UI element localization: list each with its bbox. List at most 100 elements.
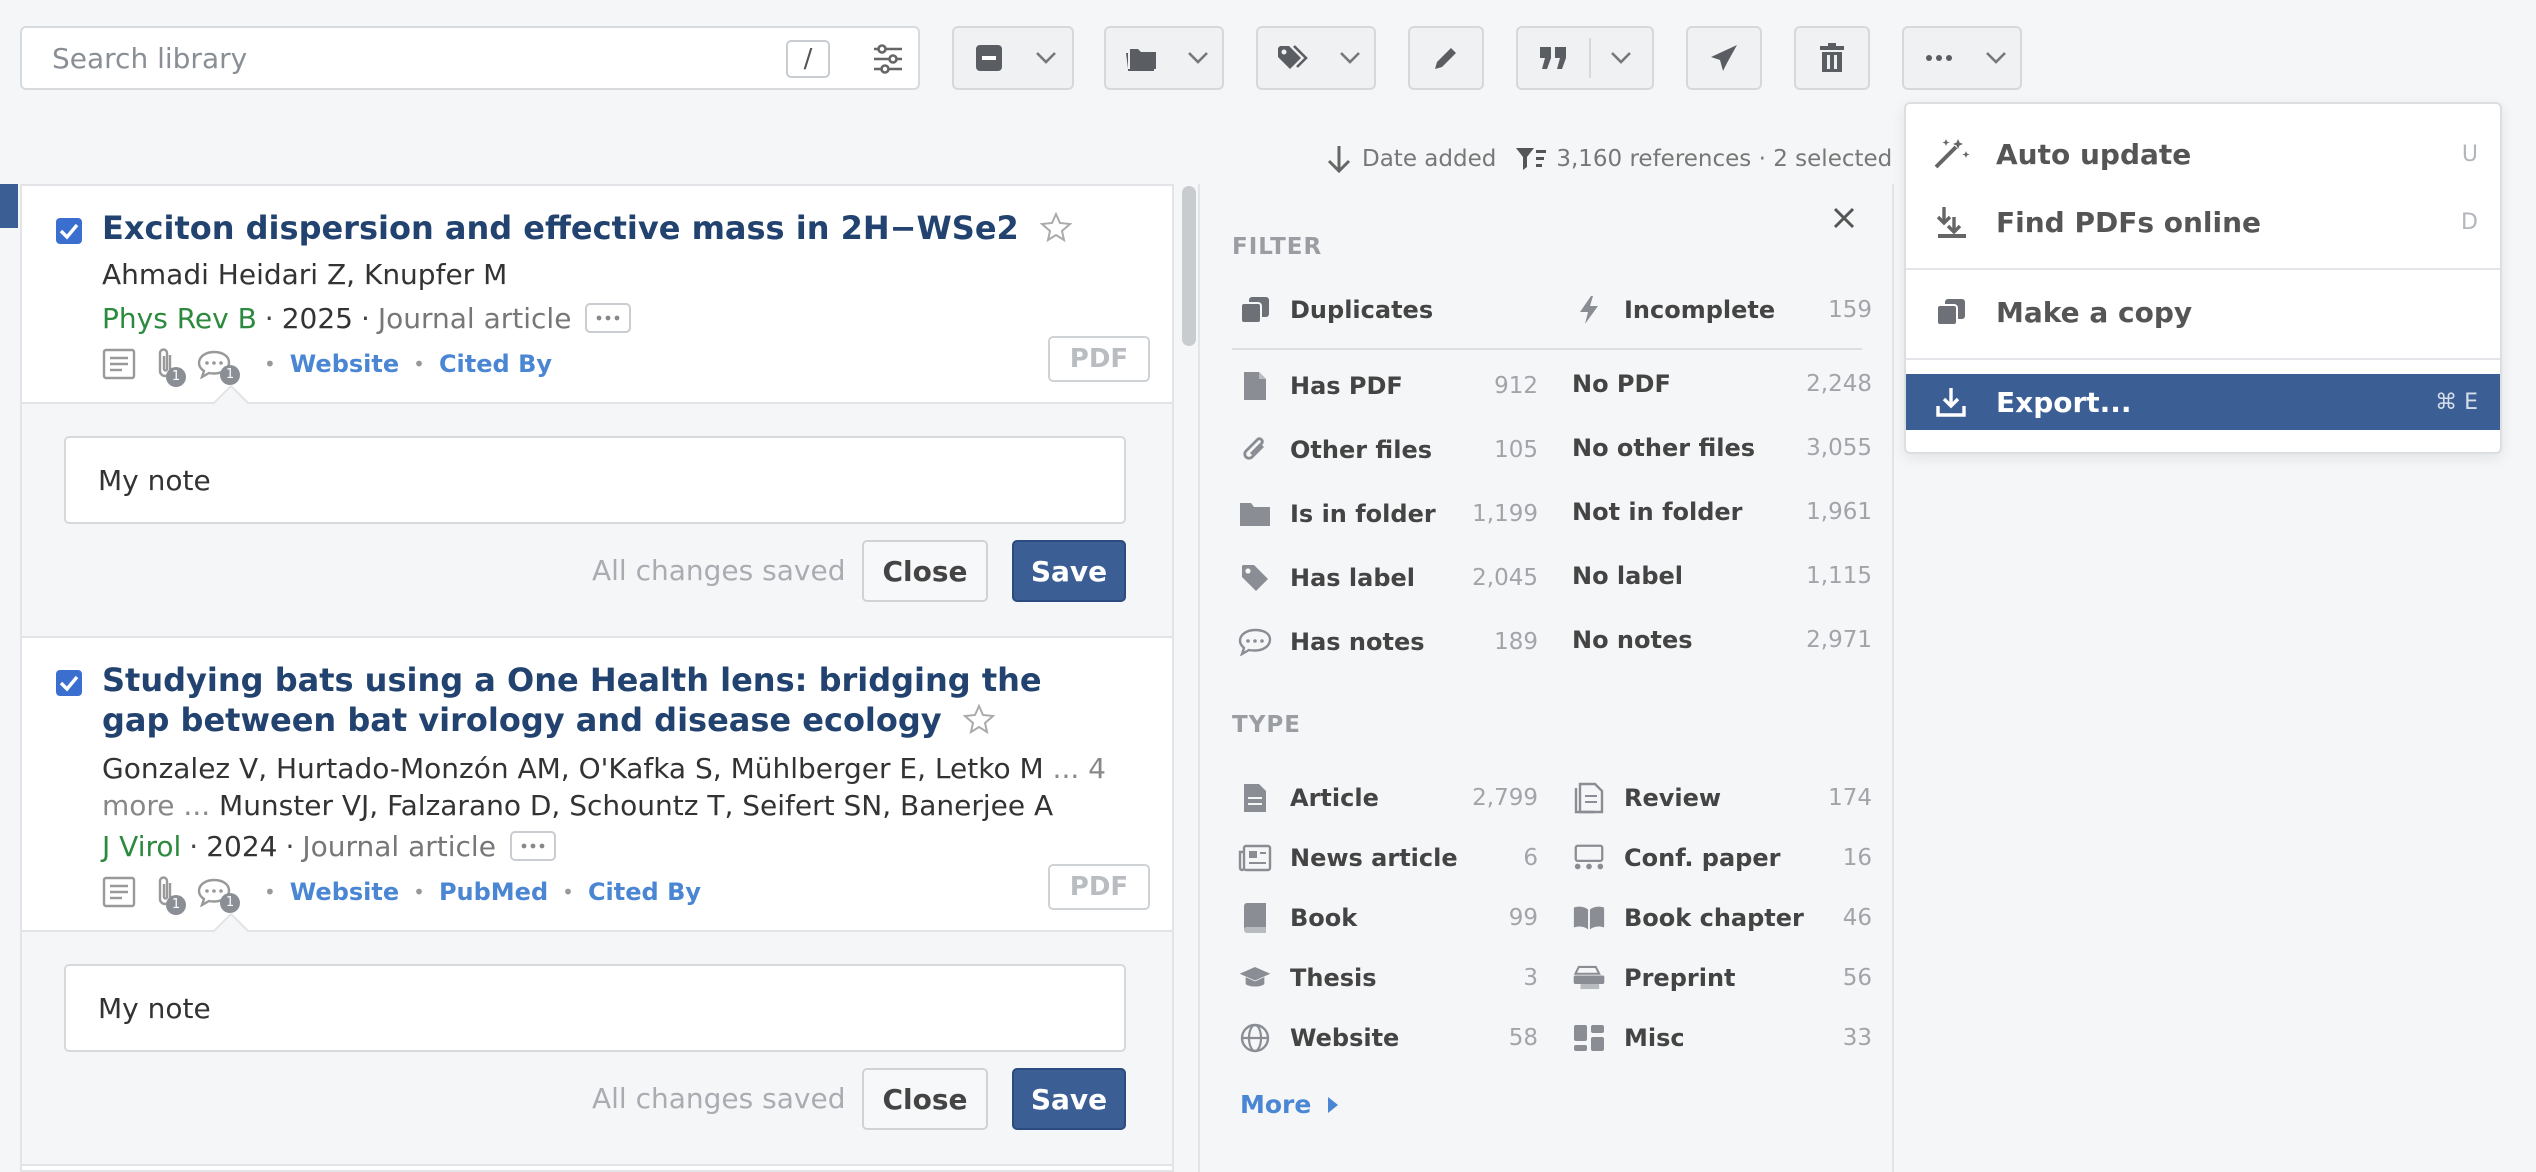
note-editor: All changes saved Close Save: [22, 912, 1172, 1166]
filter-no-other-files[interactable]: No other files 3,055: [1572, 428, 1872, 468]
conference-icon: [1572, 843, 1606, 873]
type-conference-paper[interactable]: Conf. paper 16: [1572, 838, 1872, 878]
type-article[interactable]: Article 2,799: [1238, 778, 1538, 818]
star-icon[interactable]: [962, 704, 995, 734]
website-link[interactable]: Website: [290, 350, 399, 378]
preprint-icon: [1572, 963, 1606, 993]
menu-divider: [1906, 358, 2500, 360]
search-shortcut-key: /: [786, 40, 830, 78]
sort-label[interactable]: Date added: [1362, 146, 1496, 172]
folder-dropdown-button[interactable]: [1104, 26, 1224, 90]
pubmed-link[interactable]: PubMed: [439, 878, 548, 906]
publication-year: 2024: [206, 829, 278, 863]
search-box[interactable]: /: [20, 26, 920, 90]
reference-title[interactable]: Exciton dispersion and effective mass in…: [102, 208, 1102, 248]
duplicates-icon: [1238, 295, 1272, 325]
menu-item-export[interactable]: Export... ⌘ E: [1906, 374, 2500, 430]
reference-meta: J Virol · 2024 · Journal article: [102, 828, 556, 864]
type-book[interactable]: Book 99: [1238, 898, 1538, 938]
note-input[interactable]: [64, 436, 1126, 524]
filter-more-link[interactable]: More: [1240, 1090, 1339, 1119]
filter-no-label[interactable]: No label 1,115: [1572, 556, 1872, 596]
more-actions-button[interactable]: [1902, 26, 2022, 90]
note-editor: All changes saved Close Save: [22, 384, 1172, 638]
filter-incomplete[interactable]: Incomplete 159: [1572, 290, 1872, 330]
filter-has-pdf[interactable]: Has PDF 912: [1238, 366, 1538, 406]
comment-icon[interactable]: 1: [196, 877, 240, 913]
menu-item-auto-update[interactable]: Auto update U: [1906, 126, 2500, 182]
type-review[interactable]: Review 174: [1572, 778, 1872, 818]
selection-indicator: [0, 184, 18, 228]
sort-arrow-down-icon[interactable]: [1326, 144, 1352, 174]
paperclip-icon[interactable]: 1: [154, 875, 186, 915]
reference-item[interactable]: Exciton dispersion and effective mass in…: [22, 186, 1172, 402]
pdf-button[interactable]: PDF: [1048, 336, 1150, 382]
attachments-count: 1: [166, 367, 186, 387]
filter-other-files[interactable]: Other files 105: [1238, 430, 1538, 470]
cite-dropdown-button[interactable]: [1516, 26, 1654, 90]
cited-by-link[interactable]: Cited By: [439, 350, 552, 378]
filter-duplicates[interactable]: Duplicates: [1238, 290, 1538, 330]
chevron-down-icon: [1024, 28, 1068, 88]
share-button[interactable]: [1686, 26, 1762, 90]
search-input[interactable]: [52, 36, 772, 80]
comment-icon[interactable]: 1: [196, 349, 240, 385]
website-link[interactable]: Website: [290, 878, 399, 906]
save-button[interactable]: Save: [1012, 1068, 1126, 1130]
reference-links: 1 1 • Website • Cited By: [102, 344, 552, 387]
type-book-chapter[interactable]: Book chapter 46: [1572, 898, 1872, 938]
export-download-icon: [1906, 386, 1996, 418]
type-website[interactable]: Website 58: [1238, 1018, 1538, 1058]
edit-button[interactable]: [1408, 26, 1484, 90]
reference-list: Exciton dispersion and effective mass in…: [20, 184, 1174, 1172]
menu-item-find-pdfs[interactable]: Find PDFs online D: [1906, 194, 2500, 250]
reference-title[interactable]: Studying bats using a One Health lens: b…: [102, 660, 1102, 740]
chevron-down-icon: [1328, 28, 1372, 88]
select-dropdown-button[interactable]: [952, 26, 1074, 90]
folder-icon: [1238, 500, 1272, 528]
filter-section-title: FILTER: [1232, 234, 1323, 260]
paperclip-icon: [1238, 434, 1272, 466]
save-button[interactable]: Save: [1012, 540, 1126, 602]
ellipsis-icon[interactable]: [585, 303, 632, 333]
type-section-title: TYPE: [1232, 712, 1301, 738]
ellipsis-icon[interactable]: [509, 831, 556, 861]
type-news-article[interactable]: News article 6: [1238, 838, 1538, 878]
paperclip-icon[interactable]: 1: [154, 347, 186, 387]
lightning-icon: [1572, 294, 1606, 326]
label-dropdown-button[interactable]: [1256, 26, 1376, 90]
delete-button[interactable]: [1794, 26, 1870, 90]
filter-no-notes[interactable]: No notes 2,971: [1572, 620, 1872, 660]
filter-no-pdf[interactable]: No PDF 2,248: [1572, 364, 1872, 404]
menu-item-make-copy[interactable]: Make a copy: [1906, 284, 2500, 340]
reference-checkbox[interactable]: [56, 218, 82, 244]
filter-has-label[interactable]: Has label 2,045: [1238, 558, 1538, 598]
type-misc[interactable]: Misc 33: [1572, 1018, 1872, 1058]
caret-right-icon: [1327, 1096, 1339, 1114]
pencil-icon: [1431, 28, 1461, 88]
search-options-icon[interactable]: [872, 44, 904, 74]
note-input[interactable]: [64, 964, 1126, 1052]
document-icon: [1238, 370, 1272, 402]
abstract-icon[interactable]: [102, 348, 136, 380]
quote-icon: [1518, 28, 1589, 88]
attachments-count: 1: [166, 895, 186, 915]
filter-has-notes[interactable]: Has notes 189: [1238, 622, 1538, 662]
filter-in-folder[interactable]: Is in folder 1,199: [1238, 494, 1538, 534]
abstract-icon[interactable]: [102, 876, 136, 908]
filter-sort-icon[interactable]: [1514, 146, 1547, 172]
filter-not-in-folder[interactable]: Not in folder 1,961: [1572, 492, 1872, 532]
reference-item[interactable]: Studying bats using a One Health lens: b…: [22, 638, 1172, 930]
type-preprint[interactable]: Preprint 56: [1572, 958, 1872, 998]
publication-type: Journal article: [377, 301, 572, 335]
pdf-button[interactable]: PDF: [1048, 864, 1150, 910]
misc-icon: [1572, 1023, 1606, 1053]
star-icon[interactable]: [1039, 212, 1072, 242]
close-icon[interactable]: [1832, 206, 1856, 230]
list-scrollbar[interactable]: [1182, 186, 1196, 346]
type-thesis[interactable]: Thesis 3: [1238, 958, 1538, 998]
cited-by-link[interactable]: Cited By: [588, 878, 701, 906]
close-button[interactable]: Close: [862, 540, 988, 602]
reference-checkbox[interactable]: [56, 670, 82, 696]
close-button[interactable]: Close: [862, 1068, 988, 1130]
